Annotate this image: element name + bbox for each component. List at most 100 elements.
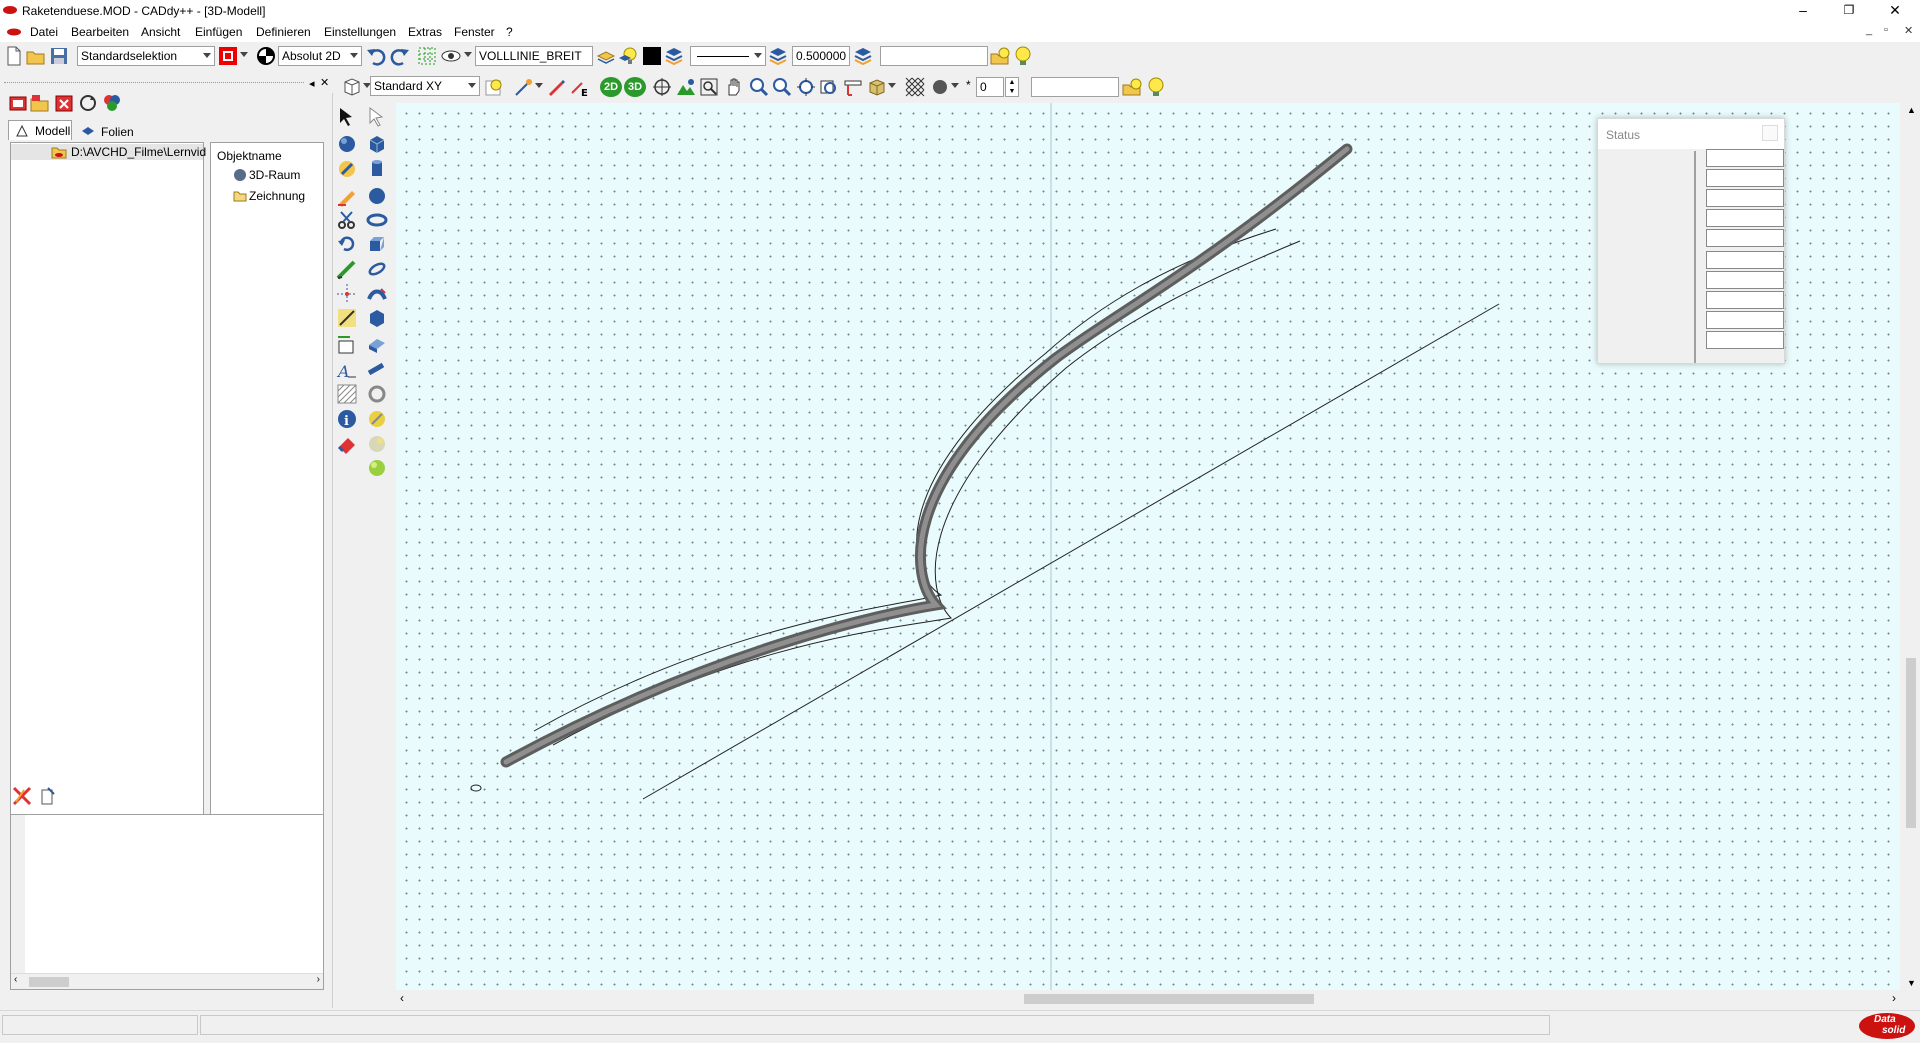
mdi-logo-icon[interactable] xyxy=(6,27,22,37)
restore-button[interactable]: ❐ xyxy=(1826,0,1872,22)
zoom-window-icon[interactable] xyxy=(699,77,719,97)
measure-icon[interactable] xyxy=(843,77,863,97)
menu-definieren[interactable]: Definieren xyxy=(256,25,311,39)
object-item-3d-raum[interactable]: 3D-Raum xyxy=(233,167,321,183)
line-width-field[interactable]: 0.500000 xyxy=(792,46,850,66)
snap-settings-icon[interactable] xyxy=(514,77,534,97)
cylinder-tool-icon[interactable] xyxy=(366,158,388,180)
view-cube-icon[interactable] xyxy=(342,77,362,97)
color-select-icon[interactable] xyxy=(218,46,238,66)
view-dropdown-arrow[interactable] xyxy=(464,52,472,57)
view-3d-button[interactable]: 3D xyxy=(624,77,646,97)
view-bulb-icon[interactable] xyxy=(484,77,504,97)
zoom-in-icon[interactable] xyxy=(749,77,769,97)
view-select[interactable]: Standard XY xyxy=(370,76,480,96)
sphere-dark-icon[interactable] xyxy=(930,77,950,97)
toolbar1-extra-field[interactable] xyxy=(880,46,988,66)
toolbar2-extra-field[interactable] xyxy=(1031,77,1119,97)
undo-icon[interactable] xyxy=(366,46,386,66)
crosshair-tool-icon[interactable] xyxy=(336,283,358,305)
view-eye-icon[interactable] xyxy=(441,46,461,66)
folder-bulb-icon[interactable] xyxy=(990,46,1010,66)
rotate-tool-icon[interactable] xyxy=(336,233,358,255)
object-item-zeichnung[interactable]: Zeichnung xyxy=(233,188,321,204)
menu-einfuegen[interactable]: Einfügen xyxy=(195,25,242,39)
text-tool-icon[interactable]: A xyxy=(336,359,358,381)
prop-scroll-left-icon[interactable]: ‹ xyxy=(14,974,17,985)
folder-bulb-2-icon[interactable] xyxy=(1122,77,1142,97)
canvas-scroll-right-icon[interactable]: › xyxy=(1892,991,1896,1005)
close-button[interactable]: ✕ xyxy=(1872,0,1918,22)
tab-folien[interactable]: Folien xyxy=(75,122,137,142)
panel-close-icon[interactable]: ✕ xyxy=(320,76,329,89)
pan-hand-icon[interactable] xyxy=(724,77,744,97)
coordinate-origin-icon[interactable] xyxy=(256,46,276,66)
tab-modell[interactable]: Modell xyxy=(8,120,72,140)
selection-mode-select[interactable]: Standardselektion xyxy=(77,46,215,66)
delete-tool-icon[interactable] xyxy=(54,93,74,113)
scissors-tool-icon[interactable] xyxy=(336,209,358,231)
menu-bearbeiten[interactable]: Bearbeiten xyxy=(71,25,129,39)
yellow-ball-tool-icon[interactable] xyxy=(366,408,388,430)
zoom-previous-icon[interactable] xyxy=(819,77,839,97)
open-folder-icon[interactable] xyxy=(26,46,46,66)
pen-layer-icon[interactable] xyxy=(853,46,873,66)
delete-cross-icon[interactable] xyxy=(12,786,32,806)
orbit-icon[interactable] xyxy=(652,77,672,97)
mdi-restore-button[interactable]: ▫ xyxy=(1884,24,1888,36)
pipe-tool-icon[interactable] xyxy=(366,359,388,381)
copy-edit-icon[interactable] xyxy=(38,786,58,806)
view-2d-button[interactable]: 2D xyxy=(600,77,622,97)
bulb-2-icon[interactable] xyxy=(1146,77,1166,97)
menu-ansicht[interactable]: Ansicht xyxy=(141,25,180,39)
eraser-tool-icon[interactable] xyxy=(336,433,358,455)
menu-fenster[interactable]: Fenster xyxy=(454,25,495,39)
text-position-tool-icon[interactable] xyxy=(336,333,358,355)
new-file-icon[interactable] xyxy=(4,46,24,66)
ball-tool-icon[interactable] xyxy=(366,185,388,207)
select-arrow-icon[interactable] xyxy=(336,105,358,127)
folder-tool-icon[interactable] xyxy=(30,93,50,113)
menu-datei[interactable]: Datei xyxy=(30,25,58,39)
mdi-close-button[interactable]: ✕ xyxy=(1904,24,1913,37)
sweep-tool-icon[interactable] xyxy=(366,283,388,305)
menu-extras[interactable]: Extras xyxy=(408,25,442,39)
bulb-icon[interactable] xyxy=(1013,46,1033,66)
coordinate-mode-select[interactable]: Absolut 2D xyxy=(278,46,362,66)
revolve-tool-icon[interactable] xyxy=(366,258,388,280)
canvas-scroll-left-icon[interactable]: ‹ xyxy=(400,991,404,1005)
line-type-field[interactable]: VOLLLINIE_BREIT xyxy=(475,46,593,66)
canvas-hscroll-thumb[interactable] xyxy=(1024,994,1314,1004)
scroll-up-icon[interactable]: ▲ xyxy=(1907,105,1916,115)
color-dropdown-arrow[interactable] xyxy=(240,52,248,57)
torus-tool-icon[interactable] xyxy=(366,209,388,231)
sphere-tool-icon[interactable] xyxy=(336,133,358,155)
boolean-tool-icon[interactable] xyxy=(366,307,388,329)
linewidth-layer-icon[interactable] xyxy=(768,46,788,66)
menu-help[interactable]: ? xyxy=(506,25,513,39)
color-black-icon[interactable] xyxy=(642,46,662,66)
panel-pin-icon[interactable]: ◂ xyxy=(309,77,315,90)
canvas-hscroll[interactable]: ‹ › xyxy=(396,990,1902,1008)
menu-einstellungen[interactable]: Einstellungen xyxy=(324,25,396,39)
ring-tool-icon[interactable] xyxy=(366,383,388,405)
properties-hscroll[interactable]: ‹ › xyxy=(11,973,323,989)
extrude-tool-icon[interactable] xyxy=(366,233,388,255)
slab-tool-icon[interactable] xyxy=(366,333,388,355)
grid-icon[interactable] xyxy=(417,46,437,66)
pen-red-icon[interactable] xyxy=(546,77,566,97)
edit-e-icon[interactable]: E xyxy=(570,77,590,97)
cube-tool-icon[interactable] xyxy=(366,133,388,155)
minimize-button[interactable]: – xyxy=(1780,0,1826,22)
zoom-all-icon[interactable] xyxy=(796,77,816,97)
prop-scroll-right-icon[interactable]: › xyxy=(317,974,320,985)
refresh-tool-icon[interactable] xyxy=(78,93,98,113)
canvas-vscroll-thumb[interactable] xyxy=(1906,658,1916,828)
linetype-layer-icon[interactable] xyxy=(664,46,684,66)
bulb-layer-icon[interactable] xyxy=(618,46,638,66)
status-panel-header[interactable]: Status xyxy=(1598,119,1784,149)
file-tree-row[interactable]: D:\AVCHD_Filme\Lernvid xyxy=(11,144,206,160)
select-arrow-light-icon[interactable] xyxy=(366,105,388,127)
scroll-down-icon[interactable]: ▼ xyxy=(1907,978,1916,988)
dimension-tool-icon[interactable] xyxy=(336,307,358,329)
